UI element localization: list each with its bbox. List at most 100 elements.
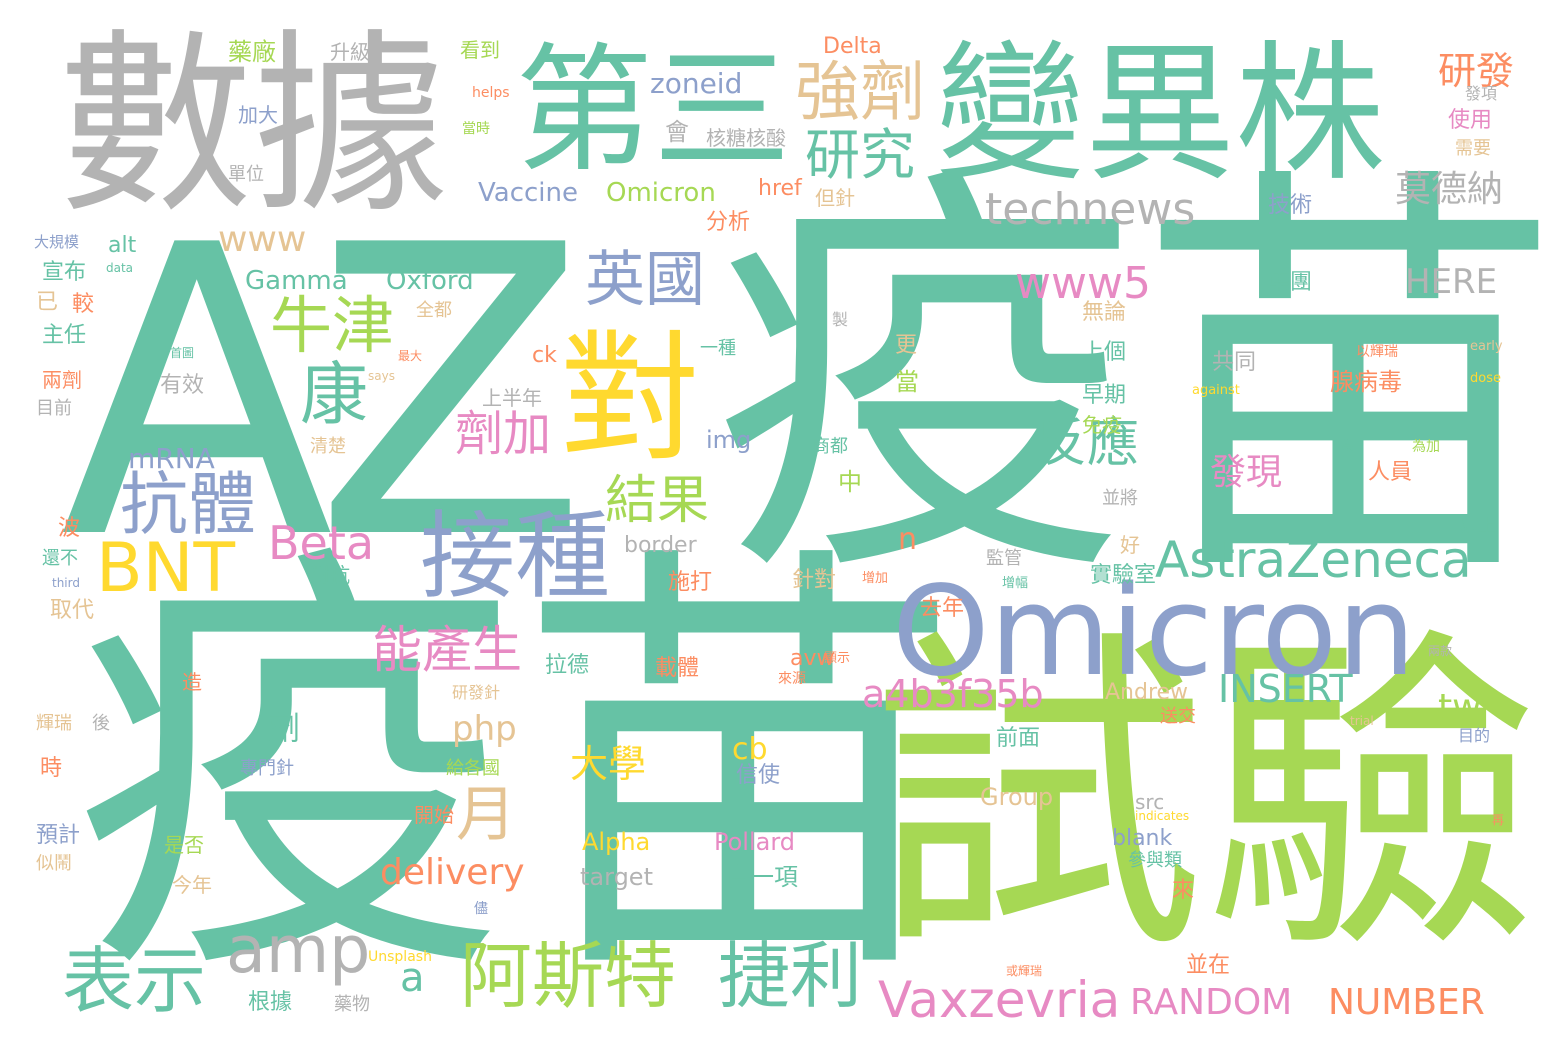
word-result: 結果	[605, 471, 710, 531]
word-vaxzevria: Vaxzevria	[878, 971, 1121, 1029]
word-onekind: 一種	[700, 338, 736, 359]
word-basedon: 根據	[248, 990, 293, 1015]
word-delta: Delta	[823, 34, 882, 59]
word-helps: helps	[472, 85, 510, 101]
word-lab: 實驗室	[1090, 563, 1157, 588]
word-third: 第三	[515, 30, 792, 191]
word-need: 需要	[1455, 138, 1491, 159]
word-ck: ck	[532, 343, 557, 368]
word-insert: INSERT	[1218, 667, 1353, 711]
word-biaoshi: 表示	[62, 939, 207, 1023]
word-cb: cb	[732, 732, 768, 767]
word-largescale: 大規模	[34, 233, 80, 251]
word-come: 來	[1172, 878, 1195, 903]
word-notyet: 還不	[42, 548, 78, 569]
word-omicron-small: Omicron	[606, 178, 716, 208]
word-target-en: target	[580, 863, 653, 891]
word-mrna: mRNA	[128, 442, 215, 475]
word-against: against	[1192, 383, 1240, 398]
word-tocountries: 給各國	[446, 758, 500, 779]
word-begin: 開始	[414, 803, 454, 827]
word-earlyperiod: 早期	[1082, 383, 1127, 408]
word-pharma: 藥廠	[228, 38, 276, 66]
word-middle: 中	[838, 468, 862, 496]
word-drug: 藥物	[334, 994, 370, 1015]
word-variant: 變異株	[935, 28, 1386, 202]
word-already: 已	[36, 290, 59, 315]
word-when: 當	[895, 368, 919, 396]
word-fightagainst: 對抗	[310, 563, 350, 587]
word-month: 月	[456, 780, 516, 850]
word-announce: 宣布	[42, 260, 87, 285]
word-specialneedle: 專門針	[240, 758, 294, 779]
word-here: HERE	[1405, 262, 1498, 302]
word-atthattime: 當時	[462, 121, 490, 137]
word-pollard: Pollard	[714, 828, 796, 856]
word-number: NUMBER	[1328, 982, 1485, 1023]
word-group-en: Group	[980, 783, 1054, 811]
word-immune: 免疫	[1082, 413, 1122, 437]
word-current: 目前	[36, 398, 72, 419]
word-early-en: early	[1470, 339, 1503, 354]
word-amp: amp	[226, 913, 371, 988]
word-andwill: 並將	[1102, 488, 1138, 509]
word-front: 前面	[996, 726, 1041, 751]
word-rdneedle: 研發針	[452, 683, 501, 702]
word-more: 更	[895, 333, 918, 358]
word-vaccine-en: Vaccine	[478, 178, 578, 208]
word-messenger: 信使	[736, 763, 781, 788]
word-submit: 送交	[1160, 706, 1196, 727]
word-good: 好	[1120, 533, 1140, 557]
word-firsthalf: 上半年	[482, 386, 542, 410]
word-rna: 核糖核酸	[706, 126, 786, 150]
word-href: href	[758, 176, 802, 201]
word-oxford-en: Oxford	[386, 266, 474, 296]
word-jieli: 捷利	[718, 934, 863, 1018]
word-administer: 施打	[668, 570, 713, 595]
word-oxford-cn: 牛津	[270, 289, 395, 362]
word-random: RANDOM	[1130, 982, 1293, 1023]
word-beta: Beta	[268, 516, 375, 570]
word-twodoses: 兩劑	[42, 368, 82, 392]
word-dose-en: dose	[1470, 371, 1501, 386]
word-growth: 增幅	[1002, 576, 1029, 591]
word-upgrade: 升級	[330, 40, 370, 64]
word-target-cn: 針對	[792, 568, 837, 593]
word-uk: 英國	[585, 245, 705, 315]
word-trial-en: trial	[1350, 714, 1374, 728]
word-alt: alt	[108, 233, 137, 258]
word-php: php	[452, 709, 517, 749]
word-orpfizer: 或輝瑞	[1006, 964, 1043, 978]
word-make: 造	[182, 670, 202, 694]
word-cover: 首圖	[170, 346, 195, 360]
word-replace: 取代	[50, 598, 95, 623]
word-vaccinate: 接種	[420, 502, 611, 612]
word-zhi: 製	[832, 310, 849, 329]
word-lastyear: 去年	[920, 596, 965, 621]
word-use: 使用	[1448, 108, 1493, 133]
word-blank: blank	[1112, 826, 1173, 851]
word-all: 全都	[416, 300, 452, 321]
word-andrew: Andrew	[1105, 680, 1189, 705]
word-cloud: AZ 疫苗 疫苗 試驗 變異株 數據 第三 Omicron 對 接種 強劑 研究…	[0, 0, 1548, 1052]
word-pfizer: 輝瑞	[36, 713, 72, 734]
word-expected: 預計	[36, 823, 81, 848]
word-seen: 看到	[460, 38, 500, 62]
word-university: 大學	[570, 742, 647, 786]
word-gamma: Gamma	[245, 266, 348, 296]
word-dose: 劑	[268, 709, 301, 747]
word-third-en: third	[52, 576, 80, 590]
word-analysis: 分析	[706, 210, 751, 235]
word-jin: 儘	[474, 901, 488, 917]
word-www: www	[218, 219, 307, 260]
word-data-en: data	[106, 261, 134, 275]
word-discover: 發現	[1210, 452, 1283, 493]
word-alpha: Alpha	[582, 828, 651, 856]
word-director: 主任	[42, 323, 87, 348]
word-time: 時	[40, 756, 63, 781]
word-wave: 波	[58, 516, 81, 541]
word-forplus: 為加	[1412, 439, 1440, 455]
word-will: 會	[665, 118, 689, 146]
word-booster: 強劑	[795, 55, 926, 130]
word-adenovirus: 腺病毒	[1330, 368, 1402, 396]
